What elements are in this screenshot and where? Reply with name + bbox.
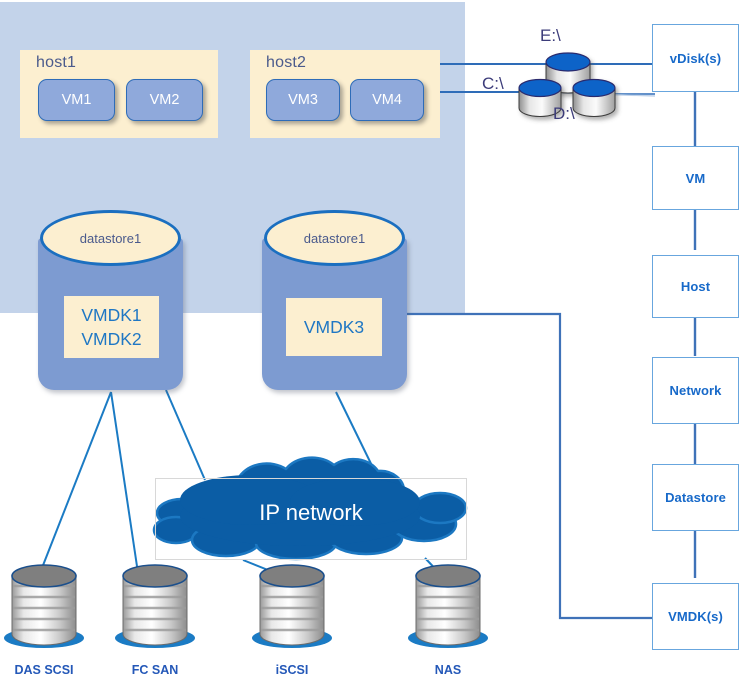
flow-box-host[interactable]: Host xyxy=(652,255,739,318)
flow-box-network[interactable]: Network xyxy=(652,357,739,424)
datastore-top-right: datastore1 xyxy=(264,210,405,266)
flow-box-vm[interactable]: VM xyxy=(652,146,739,210)
host-container-host1: host1 VM1 VM2 xyxy=(20,50,218,138)
flow-box-vdisks[interactable]: vDisk(s) xyxy=(652,24,739,92)
vm-box-vm1[interactable]: VM1 xyxy=(38,79,115,121)
storage-label-fc-san: FC SAN xyxy=(131,663,179,677)
flow-box-datastore[interactable]: Datastore xyxy=(652,464,739,531)
storage-cylinder-icon-0 xyxy=(4,564,84,648)
host-container-host2: host2 VM3 VM4 xyxy=(250,50,440,138)
storage-cylinder-icon-2 xyxy=(252,564,332,648)
vmdk-item: VMDK2 xyxy=(81,329,142,349)
datastore-name-right: datastore1 xyxy=(303,230,366,246)
diagram-canvas: host1 VM1 VM2 host2 VM3 VM4 E:\ C:\ D:\ … xyxy=(0,0,741,693)
network-label: IP network xyxy=(259,500,363,525)
datastore-cylinder-right[interactable]: datastore1 VMDK3 xyxy=(262,210,407,390)
vm-box-vm4[interactable]: VM4 xyxy=(350,79,424,121)
host-label-host2: host2 xyxy=(266,54,307,71)
host-label-host1: host1 xyxy=(36,54,77,71)
storage-label-iscsi: iSCSI xyxy=(275,663,309,677)
storage-cylinder-icon-3 xyxy=(408,564,488,648)
vmdk-item: VMDK1 xyxy=(81,305,142,325)
storage-label-das-scsi: DAS SCSI xyxy=(14,663,74,677)
datastore-name-left: datastore1 xyxy=(79,230,142,246)
storage-cylinder-icon-1 xyxy=(115,564,195,648)
datastore-top-left: datastore1 xyxy=(40,210,181,266)
drive-label-e: E:\ xyxy=(540,26,561,45)
vmdk-item: VMDK3 xyxy=(303,317,365,337)
vmdk-list-left: VMDK1 VMDK2 xyxy=(64,296,159,358)
datastore-cylinder-left[interactable]: datastore1 VMDK1 VMDK2 xyxy=(38,210,183,390)
drive-label-c: C:\ xyxy=(482,74,504,93)
vm-box-vm2[interactable]: VM2 xyxy=(126,79,203,121)
vmdk-list-right: VMDK3 xyxy=(286,298,382,356)
storage-label-nas: NAS xyxy=(434,663,462,677)
drive-label-d: D:\ xyxy=(553,104,575,123)
drive-icon-d xyxy=(572,78,616,117)
vm-box-vm3[interactable]: VM3 xyxy=(266,79,340,121)
flow-box-vmdks[interactable]: VMDK(s) xyxy=(652,583,739,650)
